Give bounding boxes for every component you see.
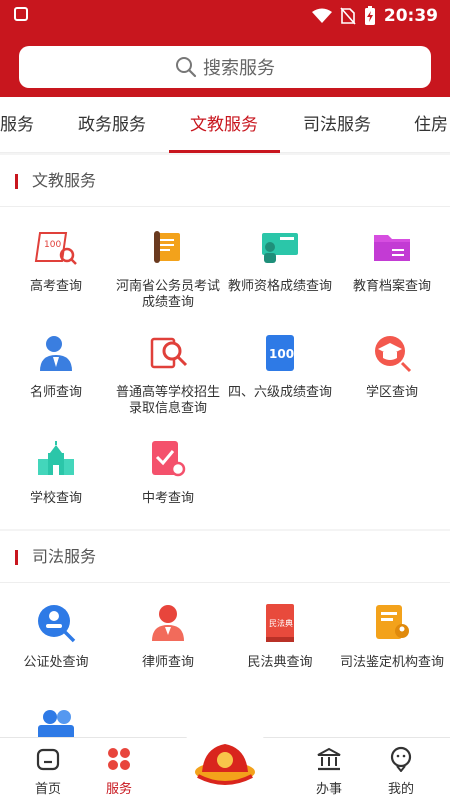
section-header-culture-education: 文教服务 [0, 155, 450, 207]
exam-paper-icon: 100 [34, 232, 77, 265]
tab-judicial[interactable]: 司法服务 [303, 97, 371, 152]
service-label: 高考查询 [29, 279, 82, 294]
service-item-notary[interactable]: 公证处查询 [0, 601, 112, 671]
section-marker [15, 174, 18, 189]
service-label: 公证处查询 [23, 655, 89, 670]
service-label: 四、六级成绩查询 [227, 385, 332, 400]
nav-services[interactable]: 服务 [84, 738, 154, 800]
service-item-school-district[interactable]: 学区查询 [336, 331, 448, 401]
judicial-grid: 公证处查询 律师查询 民法典 民法典查询 司法鉴定机构查询 [0, 583, 450, 737]
nav-home[interactable]: 首页 [13, 738, 83, 800]
service-item-gaokao[interactable]: 100 高考查询 [0, 225, 112, 295]
no-sim-icon [340, 7, 356, 25]
nav-profile[interactable]: 我的 [366, 738, 436, 800]
service-label: 教育档案查询 [352, 279, 431, 294]
service-label: 教师资格成绩查询 [227, 279, 332, 294]
service-item-civil-exam[interactable]: 河南省公务员考试成绩查询 [112, 225, 224, 311]
service-item-cet[interactable]: 100 四、六级成绩查询 [224, 331, 336, 401]
service-label: 司法鉴定机构查询 [339, 655, 444, 670]
admission-search-icon [150, 337, 188, 369]
graduation-cap-icon [375, 336, 412, 373]
service-item-university-admission[interactable]: 普通高等学校招生录取信息查询 [112, 331, 224, 417]
status-bar: 20:39 [0, 0, 450, 32]
service-item-education-archive[interactable]: 教育档案查询 [336, 225, 448, 295]
nav-label: 我的 [387, 782, 414, 797]
section-marker [15, 550, 18, 565]
civil-code-book-icon: 民法典 [266, 604, 294, 642]
civil-code-title: 民法典 [269, 618, 293, 628]
document-check-icon [152, 441, 186, 477]
teacher-person-icon [40, 336, 72, 371]
nav-label: 办事 [315, 782, 342, 797]
service-item-zhongkao[interactable]: 中考查询 [112, 437, 224, 507]
emblem-logo-icon [195, 744, 255, 785]
nav-label: 首页 [34, 782, 61, 797]
service-item-judicial-appraisal[interactable]: 司法鉴定机构查询 [336, 601, 448, 671]
service-label: 普通高等学校招生录取信息查询 [115, 385, 220, 416]
section-header-judicial: 司法服务 [0, 531, 450, 583]
scroll-document-icon [154, 231, 180, 263]
folder-icon [374, 235, 410, 261]
culture-education-grid: 100 高考查询 河南省公务员考试成绩查询 教师资格成绩查询 教育档案查询 名师… [0, 207, 450, 529]
search-icon [176, 57, 197, 78]
teacher-board-icon [262, 233, 298, 263]
service-label: 中考查询 [141, 491, 194, 506]
service-label: 民法典查询 [247, 655, 313, 670]
tab-services[interactable]: 服务 [0, 97, 34, 152]
center-emblem-button[interactable] [180, 716, 270, 800]
notification-icon [14, 7, 28, 21]
nav-label: 服务 [105, 782, 132, 797]
tab-culture-education[interactable]: 文教服务 [190, 97, 258, 152]
service-label: 学区查询 [365, 385, 418, 400]
score-100-icon: 100 [266, 335, 294, 371]
notary-icon [38, 605, 76, 643]
tab-government[interactable]: 政务服务 [78, 97, 146, 152]
svg-text:100: 100 [269, 347, 294, 361]
search-bar[interactable]: 搜索服务 [19, 46, 431, 88]
service-item-civil-code[interactable]: 民法典 民法典查询 [224, 601, 336, 671]
home-icon [36, 748, 60, 771]
lawyer-icon [152, 605, 184, 641]
service-item-school[interactable]: 学校查询 [0, 437, 112, 507]
video-person-icon [38, 710, 74, 737]
status-icons: 20:39 [311, 4, 438, 28]
service-label: 学校查询 [29, 491, 82, 506]
clock: 20:39 [383, 6, 438, 26]
category-tabs: 服务 政务服务 文教服务 司法服务 住房 [0, 97, 450, 153]
service-item-lawyer[interactable]: 律师查询 [112, 601, 224, 671]
school-building-icon [38, 441, 74, 475]
service-item-teacher-cert[interactable]: 教师资格成绩查询 [224, 225, 336, 295]
service-item-video-service[interactable] [0, 707, 112, 737]
section-title: 司法服务 [32, 547, 97, 566]
service-label: 名师查询 [29, 385, 82, 400]
search-placeholder: 搜索服务 [203, 58, 275, 79]
wifi-icon [311, 8, 332, 23]
service-label: 律师查询 [141, 655, 194, 670]
profile-icon [390, 746, 412, 773]
app-header: 20:39 搜索服务 [0, 0, 450, 97]
svg-text:100: 100 [44, 240, 61, 250]
judicial-appraisal-icon [376, 605, 409, 639]
service-label: 河南省公务员考试成绩查询 [115, 279, 220, 310]
services-grid-icon [108, 748, 130, 770]
battery-charging-icon [364, 6, 375, 25]
section-title: 文教服务 [32, 171, 97, 190]
active-tab-indicator [169, 150, 280, 153]
tab-housing[interactable]: 住房 [414, 97, 448, 152]
nav-affairs[interactable]: 办事 [294, 738, 364, 800]
building-icon [317, 747, 341, 771]
service-item-famous-teacher[interactable]: 名师查询 [0, 331, 112, 401]
